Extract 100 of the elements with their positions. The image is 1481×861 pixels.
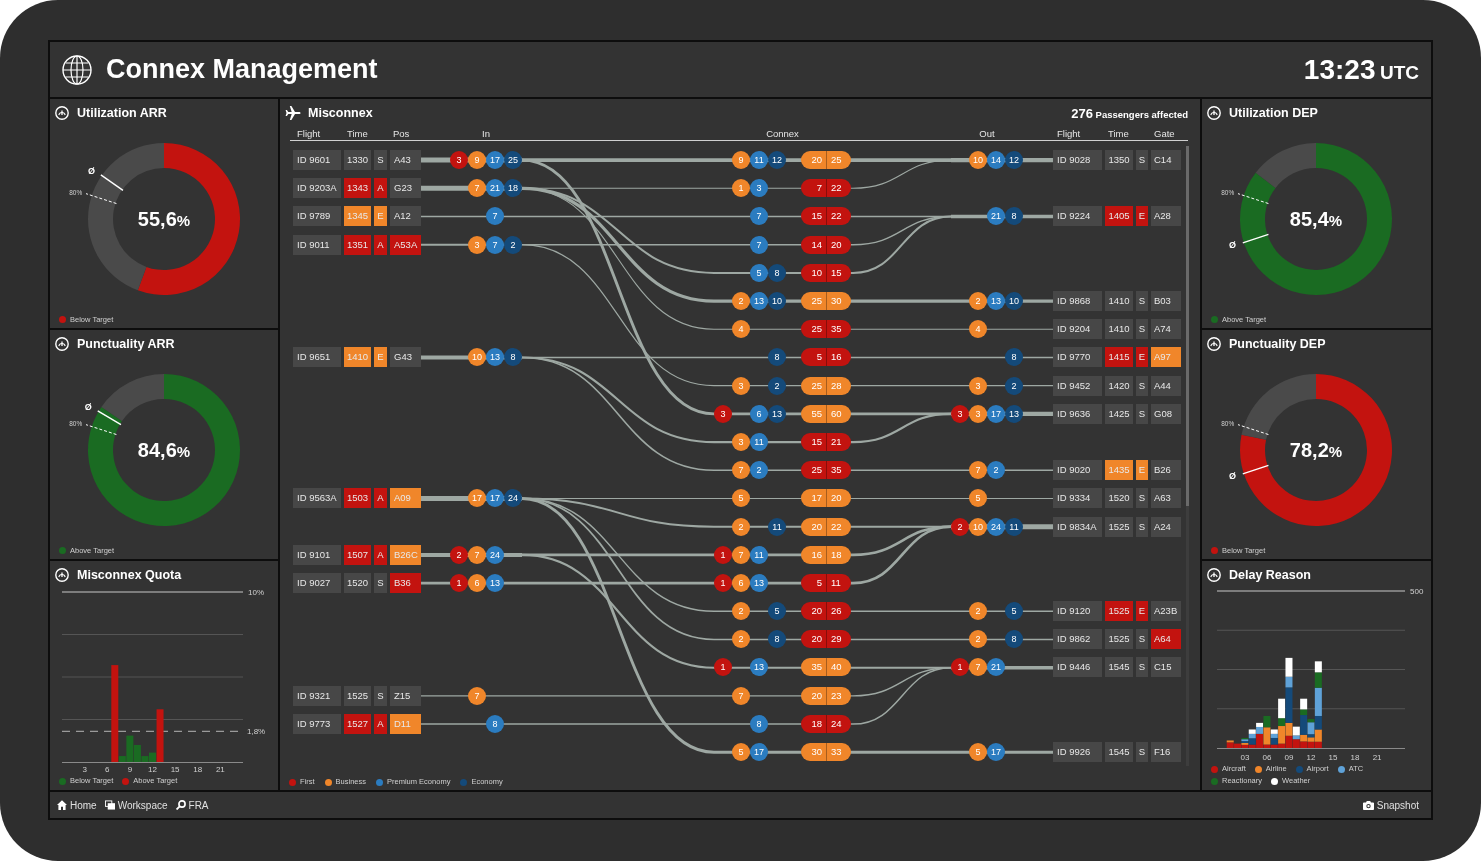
passengers-affected: 276 Passengers affected	[1071, 105, 1188, 121]
time-cell: 1435	[1105, 460, 1133, 481]
column-header: Gate	[1153, 127, 1176, 140]
time-cell: 1520	[1105, 488, 1133, 509]
flight-cell: ID 9120	[1053, 601, 1102, 622]
position-cell: A53A	[390, 234, 421, 255]
airplane-icon	[285, 106, 301, 120]
axis-label: 9	[127, 765, 133, 774]
status-cell: E	[1136, 206, 1148, 227]
time-cell: 1527	[344, 713, 371, 734]
column-header: Out	[978, 127, 996, 140]
time-cell: 1410	[344, 347, 371, 368]
status-cell: A	[374, 178, 387, 199]
time-cell: 1525	[344, 685, 371, 706]
reference-line	[1242, 233, 1270, 244]
flight-cell: ID 9020	[1053, 460, 1102, 481]
position-cell: Z15	[390, 685, 421, 706]
flight-cell: ID 9563A	[293, 488, 341, 509]
reference-line	[1242, 464, 1270, 475]
column-header: Flight	[1056, 127, 1082, 140]
house-icon	[57, 800, 67, 810]
gate-cell: A97	[1151, 347, 1181, 368]
column-header: Time	[346, 127, 369, 140]
status-cell: S	[374, 685, 387, 706]
flight-cell: ID 9224	[1053, 206, 1102, 227]
axis-label: 09	[1284, 753, 1294, 762]
gauge-value: 78,2%	[1289, 439, 1343, 461]
axis-label: 12	[1306, 753, 1316, 762]
nav-link[interactable]: FRA	[175, 799, 209, 811]
axis-label: 03	[1240, 753, 1250, 762]
panel-title: Utilization DEP	[1229, 106, 1318, 120]
axis-label: 15	[1328, 753, 1338, 762]
nav-link[interactable]: Home	[57, 799, 97, 811]
gate-cell: B03	[1151, 291, 1181, 312]
time-cell: 1507	[344, 544, 371, 565]
scrollbar-thumb[interactable]	[1186, 146, 1189, 506]
axis-label: 3	[82, 765, 87, 774]
time-cell: 1420	[1105, 375, 1133, 396]
position-cell: B26C	[390, 544, 421, 565]
gate-cell: A24	[1151, 516, 1181, 537]
flight-cell: ID 9868	[1053, 291, 1102, 312]
status-cell: S	[1136, 291, 1148, 312]
time-cell: 1545	[1105, 742, 1133, 763]
status-cell: S	[1136, 657, 1148, 678]
time-cell: 1520	[344, 572, 371, 593]
flight-cell: ID 9446	[1053, 657, 1102, 678]
time-cell: 1410	[1105, 291, 1133, 312]
position-cell: A12	[390, 206, 421, 227]
flight-cell: ID 9770	[1053, 347, 1102, 368]
time-cell: 1425	[1105, 403, 1133, 424]
action-link[interactable]: Snapshot	[1362, 799, 1419, 811]
status-cell: S	[374, 572, 387, 593]
status-cell: S	[1136, 403, 1148, 424]
flight-cell: ID 9027	[293, 572, 341, 593]
gauge-icon	[1207, 337, 1221, 351]
flight-cell: ID 9452	[1053, 375, 1102, 396]
reference-label: 1,8%	[247, 727, 266, 737]
globe-icon	[62, 54, 92, 85]
time-cell: 1545	[1105, 657, 1133, 678]
status-cell: S	[1136, 742, 1148, 763]
status-cell: S	[1136, 375, 1148, 396]
flight-cell: ID 9773	[293, 713, 341, 734]
position-cell: D11	[390, 713, 421, 734]
flight-cell: ID 9334	[1053, 488, 1102, 509]
status-cell: E	[374, 347, 387, 368]
nav-link[interactable]: Workspace	[104, 799, 168, 811]
axis-label: 06	[1262, 753, 1272, 762]
flight-cell: ID 9926	[1053, 742, 1102, 763]
time-cell: 1330	[344, 150, 371, 171]
time-cell: 1503	[344, 488, 371, 509]
flight-cell: ID 9789	[293, 206, 341, 227]
clock-time: 13:23 UTC	[1303, 53, 1419, 86]
column-header: Time	[1107, 127, 1130, 140]
flight-cell: ID 9601	[293, 150, 341, 171]
position-cell: A43	[390, 150, 421, 171]
flight-cell: ID 9651	[293, 347, 341, 368]
reference-label: Ø	[84, 402, 92, 413]
time-cell: 1415	[1105, 347, 1133, 368]
gauge-icon	[55, 568, 69, 582]
axis-label: 21	[1372, 753, 1382, 762]
flight-cell: ID 9011	[293, 234, 341, 255]
status-cell: E	[1136, 460, 1148, 481]
time-cell: 1351	[344, 234, 371, 255]
status-cell: A	[374, 488, 387, 509]
axis-label: 15	[170, 765, 180, 774]
camera-icon	[1362, 800, 1374, 810]
flight-cell: ID 9203A	[293, 178, 341, 199]
flight-cell: ID 9028	[1053, 150, 1102, 171]
position-cell: B36	[390, 572, 421, 593]
gauge-value: 55,6%	[137, 208, 191, 230]
gate-cell: F16	[1151, 742, 1181, 763]
status-cell: S	[1136, 150, 1148, 171]
gauge-value: 85,4%	[1289, 208, 1343, 230]
reference-label: Ø	[1229, 470, 1237, 481]
gate-cell: A64	[1151, 629, 1181, 650]
panel-title: Misconnex Quota	[77, 568, 182, 582]
scrollbar[interactable]	[1186, 146, 1189, 767]
status-cell: A	[374, 544, 387, 565]
gauge-icon	[1207, 106, 1221, 120]
gate-cell: A28	[1151, 206, 1181, 227]
